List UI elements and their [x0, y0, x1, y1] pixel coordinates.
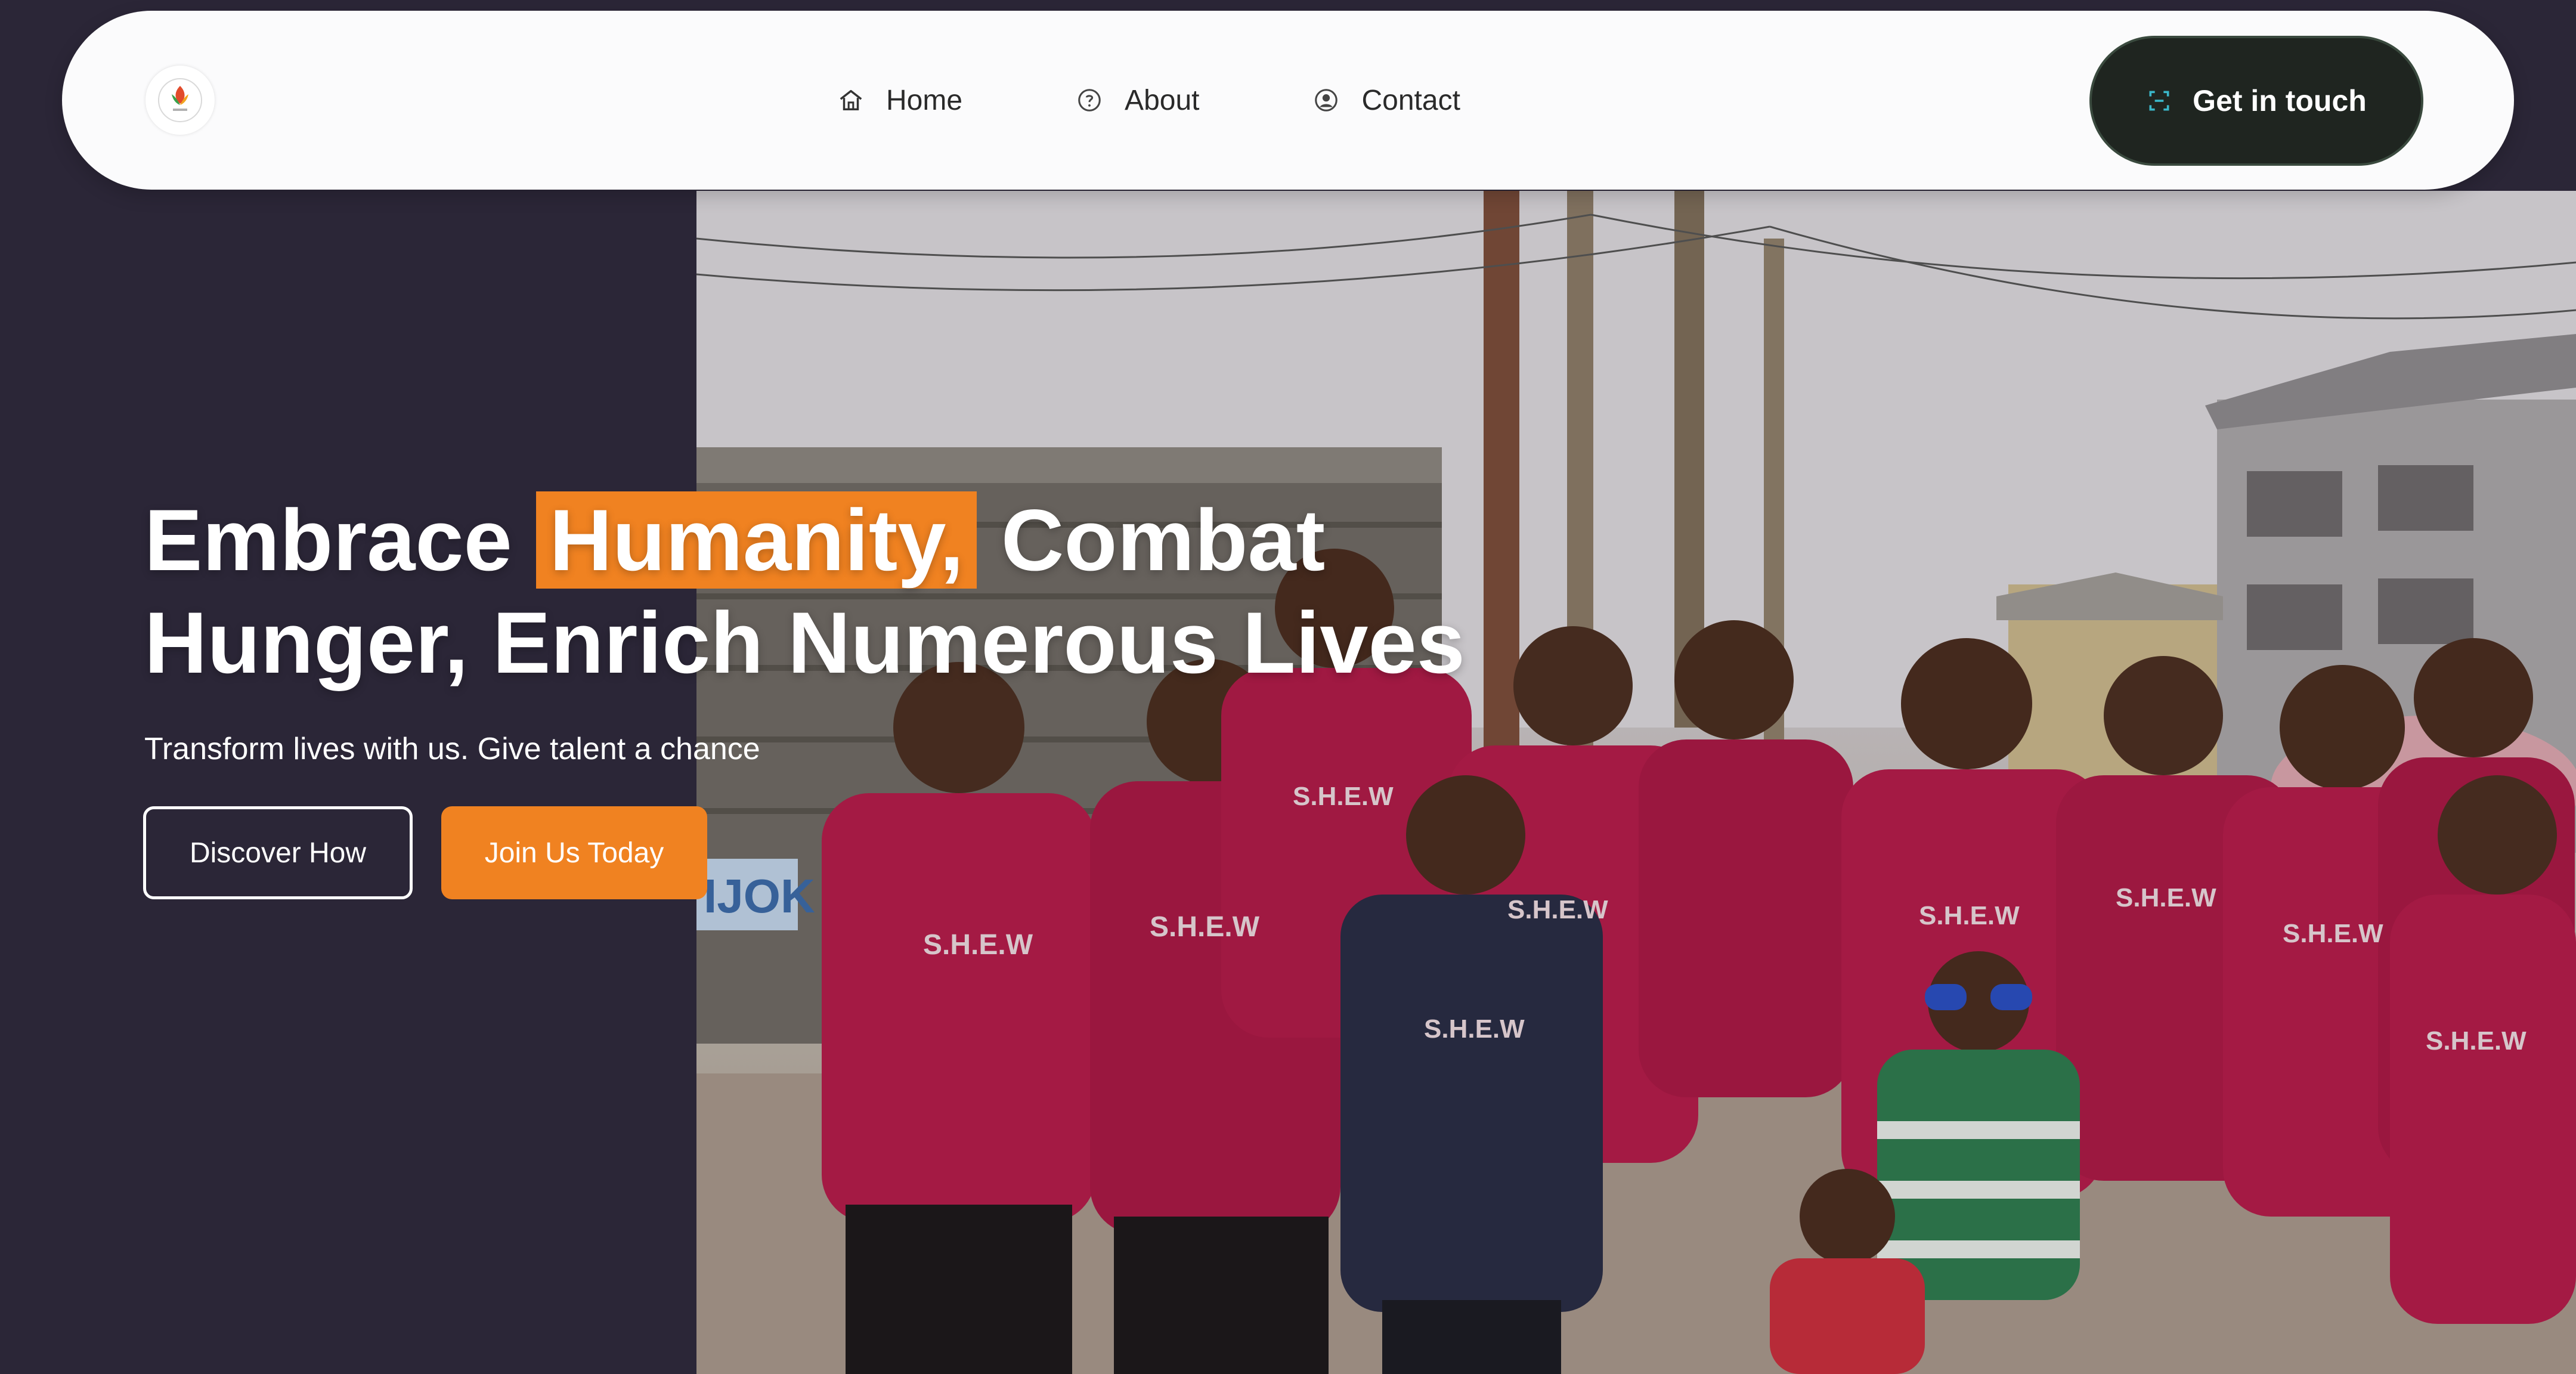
- get-in-touch-button[interactable]: Get in touch: [2089, 36, 2423, 166]
- nav-item-contact[interactable]: Contact: [1312, 84, 1460, 117]
- nav-item-label: Contact: [1361, 84, 1460, 116]
- hero-title-part1: Embrace: [144, 491, 537, 589]
- navbar: Home About Contact Get in touch: [62, 11, 2514, 190]
- scan-icon: [2149, 91, 2169, 111]
- hero-subtitle: Transform lives with us. Give talent a c…: [144, 732, 760, 766]
- nav-item-label: Home: [886, 84, 963, 116]
- nav-item-home[interactable]: Home: [837, 84, 962, 117]
- get-in-touch-label: Get in touch: [2193, 84, 2367, 117]
- discover-how-button[interactable]: Discover How: [143, 806, 413, 899]
- hero-group-photo: IJOK S.H.E.W S.H.E.W S.H.E.W S.H.E.W S.H…: [696, 191, 2576, 1374]
- nav-item-about[interactable]: About: [1076, 84, 1199, 117]
- hero-title-part2: Combat: [977, 491, 1326, 589]
- nav-item-label: About: [1125, 84, 1200, 116]
- nav-links: Home About Contact: [837, 11, 1460, 190]
- join-us-today-button[interactable]: Join Us Today: [441, 806, 707, 899]
- discover-how-label: Discover How: [189, 837, 367, 869]
- organization-logo-icon[interactable]: [145, 66, 215, 135]
- hero-title-line2: Hunger, Enrich Numerous Lives: [144, 594, 1465, 691]
- home-icon: [840, 89, 862, 111]
- hero-title-highlight: Humanity,: [536, 491, 977, 589]
- group-photo-image: IJOK S.H.E.W S.H.E.W S.H.E.W S.H.E.W S.H…: [696, 191, 2576, 1374]
- question-circle-icon: [1078, 89, 1101, 112]
- user-circle-icon: [1315, 89, 1338, 112]
- join-us-today-label: Join Us Today: [484, 837, 664, 869]
- hero-title: Embrace Humanity, Combat Hunger, Enrich …: [144, 489, 1695, 694]
